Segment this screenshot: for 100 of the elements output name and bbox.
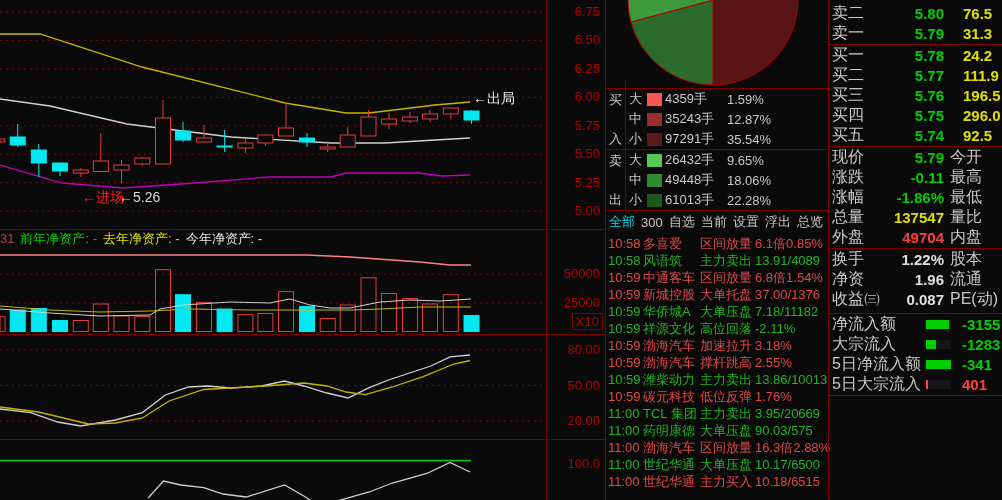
stock-name: TCL 集团 bbox=[643, 405, 698, 422]
axis-tick-label: 6.25 bbox=[574, 60, 600, 77]
order-volume: 296.0 bbox=[963, 107, 1002, 124]
volume-bar bbox=[339, 304, 356, 332]
alert-time: 10:58 bbox=[608, 235, 642, 252]
volume-amount: 61013手 bbox=[665, 191, 716, 209]
candlestick bbox=[196, 124, 212, 143]
volume-bar bbox=[278, 291, 294, 332]
volume-bar bbox=[52, 320, 68, 332]
volume-share: 18.06% bbox=[727, 172, 772, 188]
volume-amount: 49448手 bbox=[665, 171, 716, 189]
volume-share: 9.65% bbox=[727, 152, 765, 168]
alert-value: 90.03/575 bbox=[755, 422, 814, 439]
volume-bar bbox=[381, 293, 397, 332]
size-label: 中 bbox=[629, 110, 643, 128]
candlestick bbox=[339, 126, 356, 148]
filter-tab[interactable]: 全部 bbox=[609, 213, 635, 231]
quote-value: 49704 bbox=[901, 229, 944, 246]
alert-value: 3.95/20669 bbox=[755, 405, 822, 422]
stock-name: 中通客车 bbox=[643, 269, 696, 286]
order-volume: 24.2 bbox=[963, 47, 994, 64]
volume-bar bbox=[9, 309, 26, 332]
volume-bar bbox=[299, 306, 315, 332]
filter-tab[interactable]: 当前 bbox=[700, 213, 727, 231]
order-price: 5.80 bbox=[913, 5, 944, 22]
alert-time: 11:00 bbox=[608, 473, 641, 490]
unit-label: X10 bbox=[571, 313, 603, 330]
quote-label: 今开 bbox=[950, 147, 983, 167]
filter-tab[interactable]: 浮出 bbox=[764, 213, 791, 231]
volume-bar bbox=[360, 277, 377, 332]
stat-label: 流通 bbox=[950, 269, 983, 289]
candlestick bbox=[9, 123, 26, 148]
axis-tick-label: 5.25 bbox=[574, 174, 600, 191]
order-price: 5.79 bbox=[913, 25, 944, 42]
order-price: 5.76 bbox=[913, 87, 944, 104]
candlestick bbox=[92, 132, 109, 172]
volume-bar bbox=[113, 315, 130, 332]
candlestick bbox=[72, 167, 89, 178]
volume-bar bbox=[237, 314, 254, 332]
alert-time: 11:00 bbox=[608, 422, 641, 439]
volume-bar bbox=[422, 303, 438, 332]
candlestick bbox=[30, 143, 47, 178]
alert-time: 11:00 bbox=[608, 456, 641, 473]
volume-share: 12.87% bbox=[727, 111, 772, 127]
quote-label: 总量 bbox=[832, 207, 865, 227]
volume-bar bbox=[442, 294, 459, 332]
alert-type: 区间放量 bbox=[700, 235, 753, 252]
volume-bar bbox=[257, 313, 274, 332]
order-level-label: 买二 bbox=[832, 65, 865, 85]
candlestick bbox=[442, 107, 459, 120]
volume-share: 35.54% bbox=[727, 131, 772, 147]
alert-value: 7.18/11182 bbox=[755, 303, 820, 320]
candlestick bbox=[319, 140, 336, 153]
stock-name: 华侨城A bbox=[643, 303, 692, 320]
volume-bar bbox=[30, 308, 47, 332]
alert-time: 10:59 bbox=[608, 371, 642, 388]
quote-label: 内盘 bbox=[950, 227, 983, 247]
stock-name: 渤海汽车 bbox=[643, 337, 696, 354]
axis-tick-label: 6.50 bbox=[574, 32, 600, 49]
order-volume: 76.5 bbox=[963, 5, 994, 22]
quote-value: 137547 bbox=[892, 209, 944, 226]
stat-value: 1.22% bbox=[900, 251, 944, 268]
volume-bar bbox=[72, 320, 89, 332]
stock-name: 渤海汽车 bbox=[643, 439, 696, 456]
filter-tab[interactable]: 总览 bbox=[796, 213, 823, 231]
stock-name: 药明康德 bbox=[643, 422, 696, 439]
quote-value: -1.86% bbox=[895, 189, 944, 206]
volume-bar bbox=[216, 308, 233, 332]
axis-tick-label: 25000 bbox=[563, 295, 600, 311]
stock-name: 世纪华通 bbox=[643, 456, 696, 473]
filter-tab[interactable]: 设置 bbox=[732, 213, 759, 231]
alert-type: 区间放量 bbox=[700, 439, 753, 456]
alert-time: 10:59 bbox=[608, 388, 642, 405]
stock-name: 祥源文化 bbox=[643, 320, 696, 337]
candlestick bbox=[52, 162, 68, 177]
stock-name: 世纪华通 bbox=[643, 473, 696, 490]
alert-type: 大单托盘 bbox=[700, 286, 753, 303]
candlestick bbox=[134, 156, 151, 167]
stock-name: 碳元科技 bbox=[643, 388, 696, 405]
volume-bar bbox=[92, 303, 109, 332]
alert-time: 11:00 bbox=[608, 405, 641, 422]
flow-value: -3155 bbox=[962, 316, 1002, 333]
alert-value: 1.76% bbox=[755, 388, 793, 405]
order-level-label: 买五 bbox=[832, 125, 865, 145]
volume-amount: 97291手 bbox=[665, 130, 716, 148]
quote-value: 5.79 bbox=[913, 149, 944, 166]
quote-value: -0.11 bbox=[909, 169, 944, 186]
filter-tab[interactable]: 自选 bbox=[668, 213, 695, 231]
alert-value: 6.8倍1.54% bbox=[755, 269, 824, 286]
filter-tab[interactable]: 300 bbox=[641, 214, 663, 230]
candlestick bbox=[278, 102, 294, 137]
quote-label: 现价 bbox=[832, 147, 865, 167]
stat-value: 1.96 bbox=[913, 271, 944, 288]
order-price: 5.78 bbox=[913, 47, 944, 64]
alert-value: 16.3倍2.88% bbox=[755, 439, 831, 456]
axis-tick-label: 80.00 bbox=[567, 342, 600, 358]
order-price: 5.74 bbox=[913, 127, 944, 144]
volume-bar bbox=[134, 316, 151, 332]
alert-value: -2.11% bbox=[755, 320, 797, 337]
stock-name: 潍柴动力 bbox=[643, 371, 696, 388]
